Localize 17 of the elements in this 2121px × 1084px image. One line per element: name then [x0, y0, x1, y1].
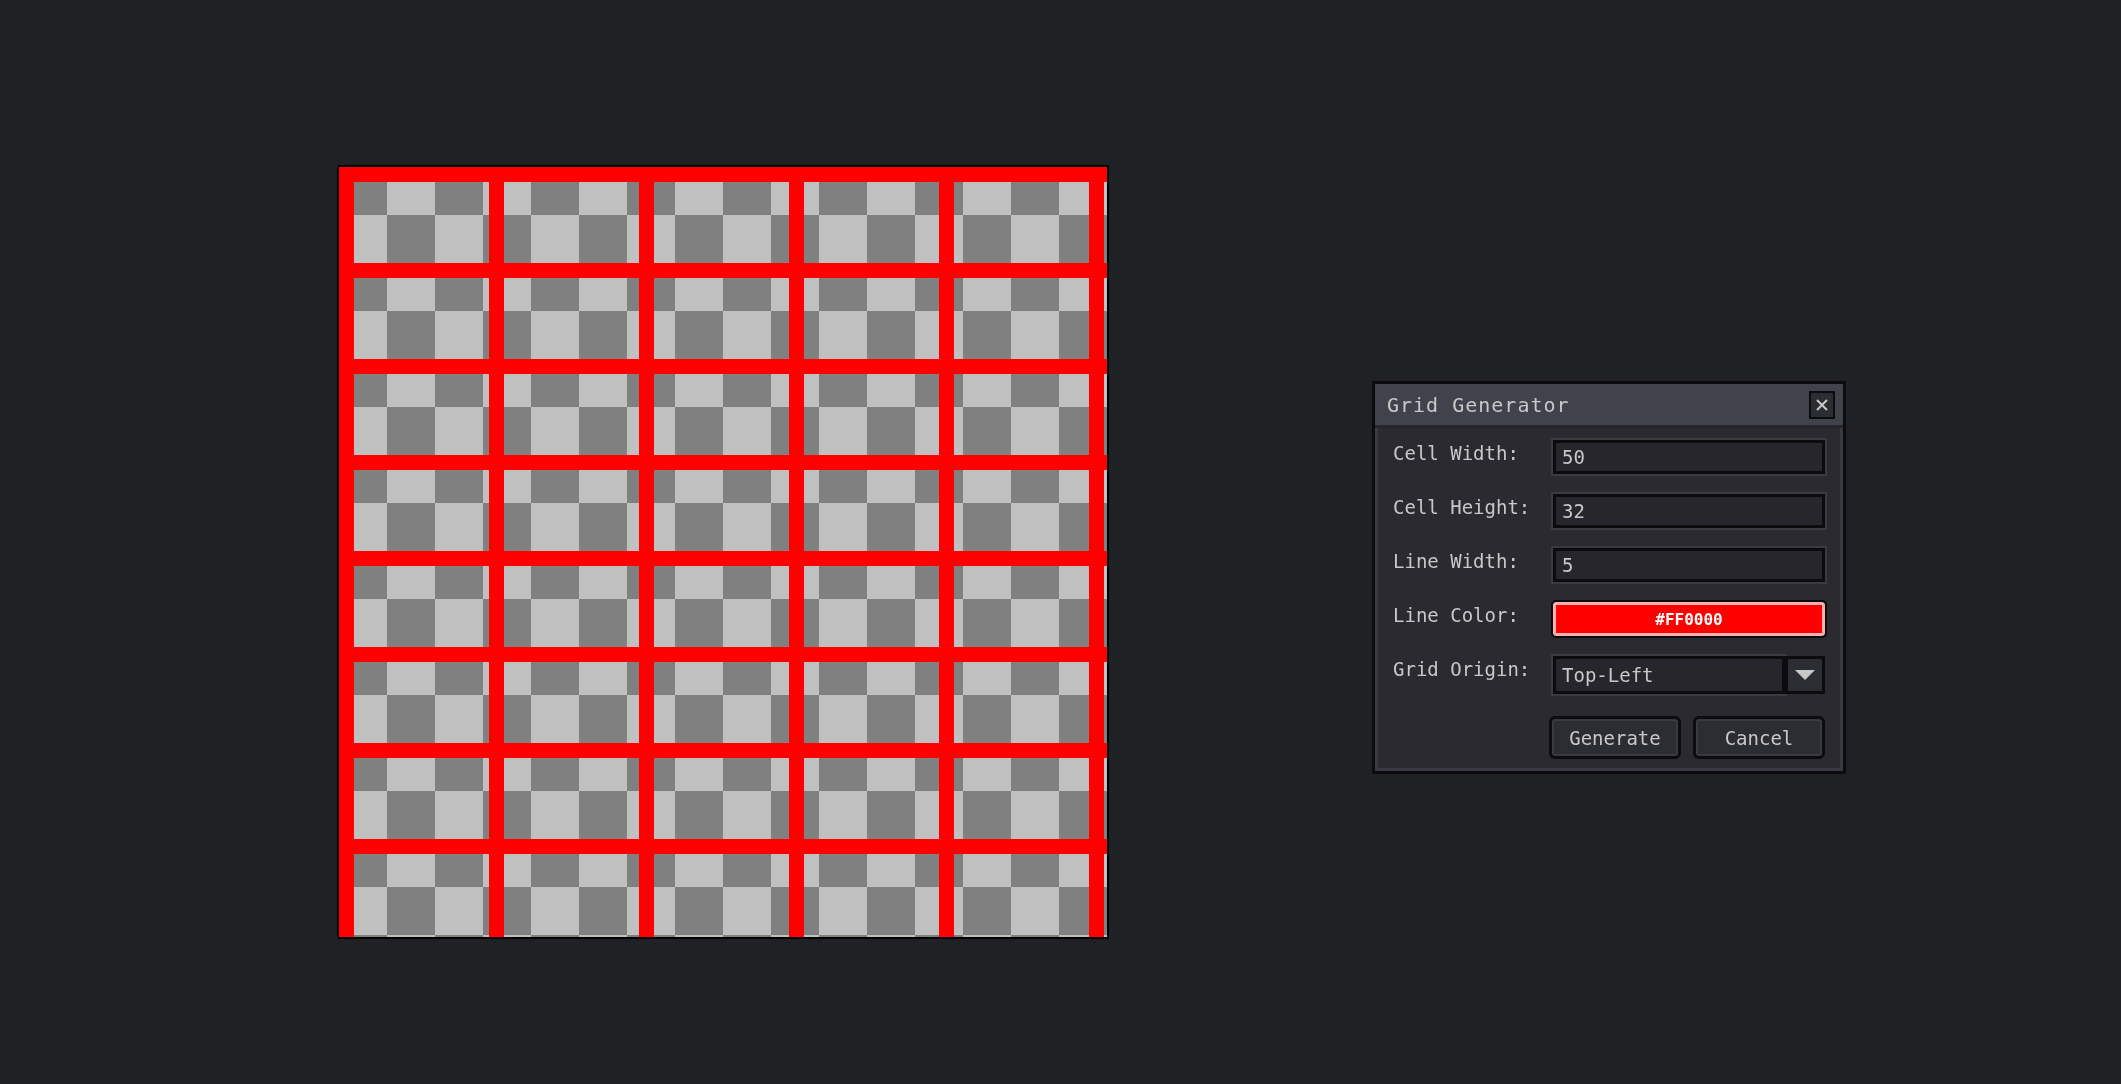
cancel-button[interactable]: Cancel	[1693, 716, 1825, 759]
field-label: Line Width:	[1393, 549, 1520, 572]
caret-icon	[1795, 670, 1815, 680]
field-label: Cell Height:	[1393, 495, 1532, 518]
generate-button[interactable]: Generate	[1549, 716, 1681, 759]
dropdown-field[interactable]: Top-Left	[1553, 656, 1785, 694]
field-label: Cell Width:	[1393, 441, 1520, 464]
number-field[interactable]: 50	[1553, 440, 1825, 474]
dialog-title: Grid Generator	[1387, 392, 1570, 417]
dropdown-button[interactable]	[1785, 656, 1825, 694]
field-label: Grid Origin:	[1393, 657, 1532, 680]
color-swatch-button[interactable]: #FF0000	[1553, 602, 1825, 636]
number-field[interactable]: 5	[1553, 548, 1825, 582]
field-label: Line Color:	[1393, 603, 1520, 626]
number-field[interactable]: 32	[1553, 494, 1825, 528]
close-button[interactable]	[1809, 390, 1835, 419]
close-icon	[1815, 397, 1829, 412]
